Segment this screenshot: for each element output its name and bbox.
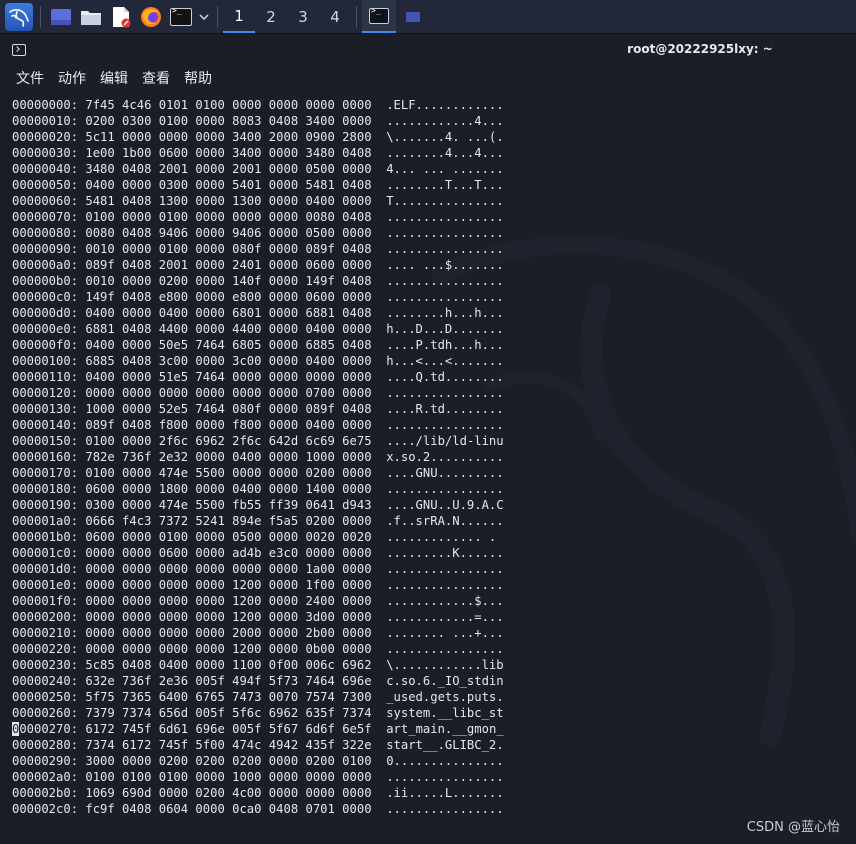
hexdump-line: 00000020: 5c11 0000 0000 0000 3400 2000 … xyxy=(12,130,504,144)
hexdump-line: 00000200: 0000 0000 0000 0000 1200 0000 … xyxy=(12,610,504,624)
hexdump-line: 00000000: 7f45 4c46 0101 0100 0000 0000 … xyxy=(12,98,504,112)
window-titlebar[interactable]: root@20222925lxy: ~ xyxy=(0,34,856,66)
hexdump-line: 00000150: 0100 0000 2f6c 6962 2f6c 642d … xyxy=(12,434,504,448)
text-editor-icon xyxy=(113,6,131,27)
hexdump-line: 00000090: 0010 0000 0100 0000 080f 0000 … xyxy=(12,242,504,256)
firefox-icon xyxy=(141,6,161,27)
csdn-watermark: CSDN @蓝心怡 xyxy=(746,820,840,835)
hexdump-line: 000001d0: 0000 0000 0000 0000 0000 0000 … xyxy=(12,562,504,576)
hexdump-line: 000002a0: 0100 0100 0100 0000 1000 0000 … xyxy=(12,770,504,784)
window-thumbnail-icon xyxy=(406,11,420,22)
kali-dragon-icon xyxy=(5,2,33,31)
hexdump-line: 00000220: 0000 0000 0000 0000 1200 0000 … xyxy=(12,642,504,656)
menu-action[interactable]: 动作 xyxy=(51,67,93,91)
chevron-down-icon xyxy=(199,13,209,20)
hexdump-line: 000000e0: 6881 0408 4400 0000 4400 0000 … xyxy=(12,322,504,336)
menu-edit[interactable]: 编辑 xyxy=(93,67,135,91)
file-manager-icon xyxy=(81,10,101,25)
hexdump-line: 000001a0: 0666 f4c3 7372 5241 894e f5a5 … xyxy=(12,514,504,528)
taskbar-separator xyxy=(40,5,41,28)
terminal-icon xyxy=(369,6,389,24)
hexdump-line: 00000290: 3000 0000 0200 0200 0200 0000 … xyxy=(12,754,504,768)
hexdump-line: 00000100: 6885 0408 3c00 0000 3c00 0000 … xyxy=(12,354,504,368)
taskbar: 1 2 3 4 xyxy=(0,0,856,34)
workspace-4[interactable]: 4 xyxy=(319,0,351,33)
terminal-window-icon xyxy=(12,44,26,56)
hexdump-line: 000000b0: 0010 0000 0200 0000 140f 0000 … xyxy=(12,274,504,288)
hexdump-line: 00000070: 0100 0000 0100 0000 0000 0000 … xyxy=(12,210,504,224)
hexdump-line: 000000f0: 0400 0000 50e5 7464 6805 0000 … xyxy=(12,338,504,352)
hexdump-line: 00000170: 0100 0000 474e 5500 0000 0000 … xyxy=(12,466,504,480)
hexdump-line: 00000280: 7374 6172 745f 5f00 474c 4942 … xyxy=(12,738,504,752)
hexdump-line: 000001c0: 0000 0000 0600 0000 ad4b e3c0 … xyxy=(12,546,504,560)
hexdump-line: 00000030: 1e00 1b00 0600 0000 3400 0000 … xyxy=(12,146,504,160)
hexdump-line: 000000d0: 0400 0000 0400 0000 6801 0000 … xyxy=(12,306,504,320)
hexdump-line: 00000050: 0400 0000 0300 0000 5401 0000 … xyxy=(12,178,504,192)
firefox-button[interactable] xyxy=(136,0,166,33)
hexdump-line: 00000010: 0200 0300 0100 0000 8083 0408 … xyxy=(12,114,504,128)
task-desktop-window[interactable] xyxy=(396,0,430,33)
file-manager-button[interactable] xyxy=(76,0,106,33)
hexdump-line: 00000140: 089f 0408 f800 0000 f800 0000 … xyxy=(12,418,504,432)
hexdump-line: 000002c0: fc9f 0408 0604 0000 0ca0 0408 … xyxy=(12,802,504,816)
menu-bar: 文件 动作 编辑 查看 帮助 xyxy=(0,66,856,92)
taskbar-separator xyxy=(217,5,218,28)
hexdump-line: 000001e0: 0000 0000 0000 0000 1200 0000 … xyxy=(12,578,504,592)
hexdump-line: 000001b0: 0600 0000 0100 0000 0500 0000 … xyxy=(12,530,497,544)
hexdump-line: 00000230: 5c85 0408 0400 0000 1100 0f00 … xyxy=(12,658,504,672)
hexdump-line: 000000c0: 149f 0408 e800 0000 e800 0000 … xyxy=(12,290,504,304)
menu-file[interactable]: 文件 xyxy=(9,67,51,91)
hexdump-line: 000000a0: 089f 0408 2001 0000 2401 0000 … xyxy=(12,258,504,272)
hexdump-line: 00000260: 7379 7374 656d 005f 5f6c 6962 … xyxy=(12,706,504,720)
terminal-dropdown-button[interactable] xyxy=(196,0,212,33)
window-title: root@20222925lxy: ~ xyxy=(627,42,773,56)
hexdump-line-text: 0000270: 6172 745f 6d61 696e 005f 5f67 6… xyxy=(19,722,504,736)
hexdump-line: 00000270: 6172 745f 6d61 696e 005f 5f67 … xyxy=(12,721,504,737)
workspace-3[interactable]: 3 xyxy=(287,0,319,33)
show-desktop-button[interactable] xyxy=(46,0,76,33)
hexdump-text: 00000000: 7f45 4c46 0101 0100 0000 0000 … xyxy=(12,97,504,817)
hexdump-line: 00000060: 5481 0408 1300 0000 1300 0000 … xyxy=(12,194,504,208)
hexdump-line: 00000110: 0400 0000 51e5 7464 0000 0000 … xyxy=(12,370,504,384)
menu-help[interactable]: 帮助 xyxy=(177,67,219,91)
hexdump-line: 00000180: 0600 0000 1800 0000 0400 0000 … xyxy=(12,482,504,496)
workspace-1[interactable]: 1 xyxy=(223,0,255,33)
hexdump-line: 00000130: 1000 0000 52e5 7464 080f 0000 … xyxy=(12,402,504,416)
hexdump-line: 00000040: 3480 0408 2001 0000 2001 0000 … xyxy=(12,162,504,176)
hexdump-line: 00000120: 0000 0000 0000 0000 0000 0000 … xyxy=(12,386,504,400)
terminal-icon xyxy=(170,6,192,26)
show-desktop-icon xyxy=(51,8,71,25)
hexdump-line: 00000190: 0300 0000 474e 5500 fb55 ff39 … xyxy=(12,498,504,512)
text-editor-button[interactable] xyxy=(106,0,136,33)
hexdump-line: 00000080: 0080 0408 9406 0000 9406 0000 … xyxy=(12,226,504,240)
hexdump-line: 00000210: 0000 0000 0000 0000 2000 0000 … xyxy=(12,626,504,640)
task-terminal-window[interactable] xyxy=(362,0,396,33)
hexdump-line: 000002b0: 1069 690d 0000 0200 4c00 0000 … xyxy=(12,786,504,800)
hexdump-line: 00000160: 782e 736f 2e32 0000 0400 0000 … xyxy=(12,450,504,464)
hexdump-line: 000001f0: 0000 0000 0000 0000 1200 0000 … xyxy=(12,594,504,608)
workspace-2[interactable]: 2 xyxy=(255,0,287,33)
terminal-output[interactable]: 00000000: 7f45 4c46 0101 0100 0000 0000 … xyxy=(0,95,856,844)
taskbar-separator xyxy=(356,5,357,28)
kali-menu-button[interactable] xyxy=(3,0,35,33)
menu-view[interactable]: 查看 xyxy=(135,67,177,91)
hexdump-line: 00000240: 632e 736f 2e36 005f 494f 5f73 … xyxy=(12,674,504,688)
terminal-launcher-button[interactable] xyxy=(166,0,196,33)
hexdump-line: 00000250: 5f75 7365 6400 6765 7473 0070 … xyxy=(12,690,504,704)
